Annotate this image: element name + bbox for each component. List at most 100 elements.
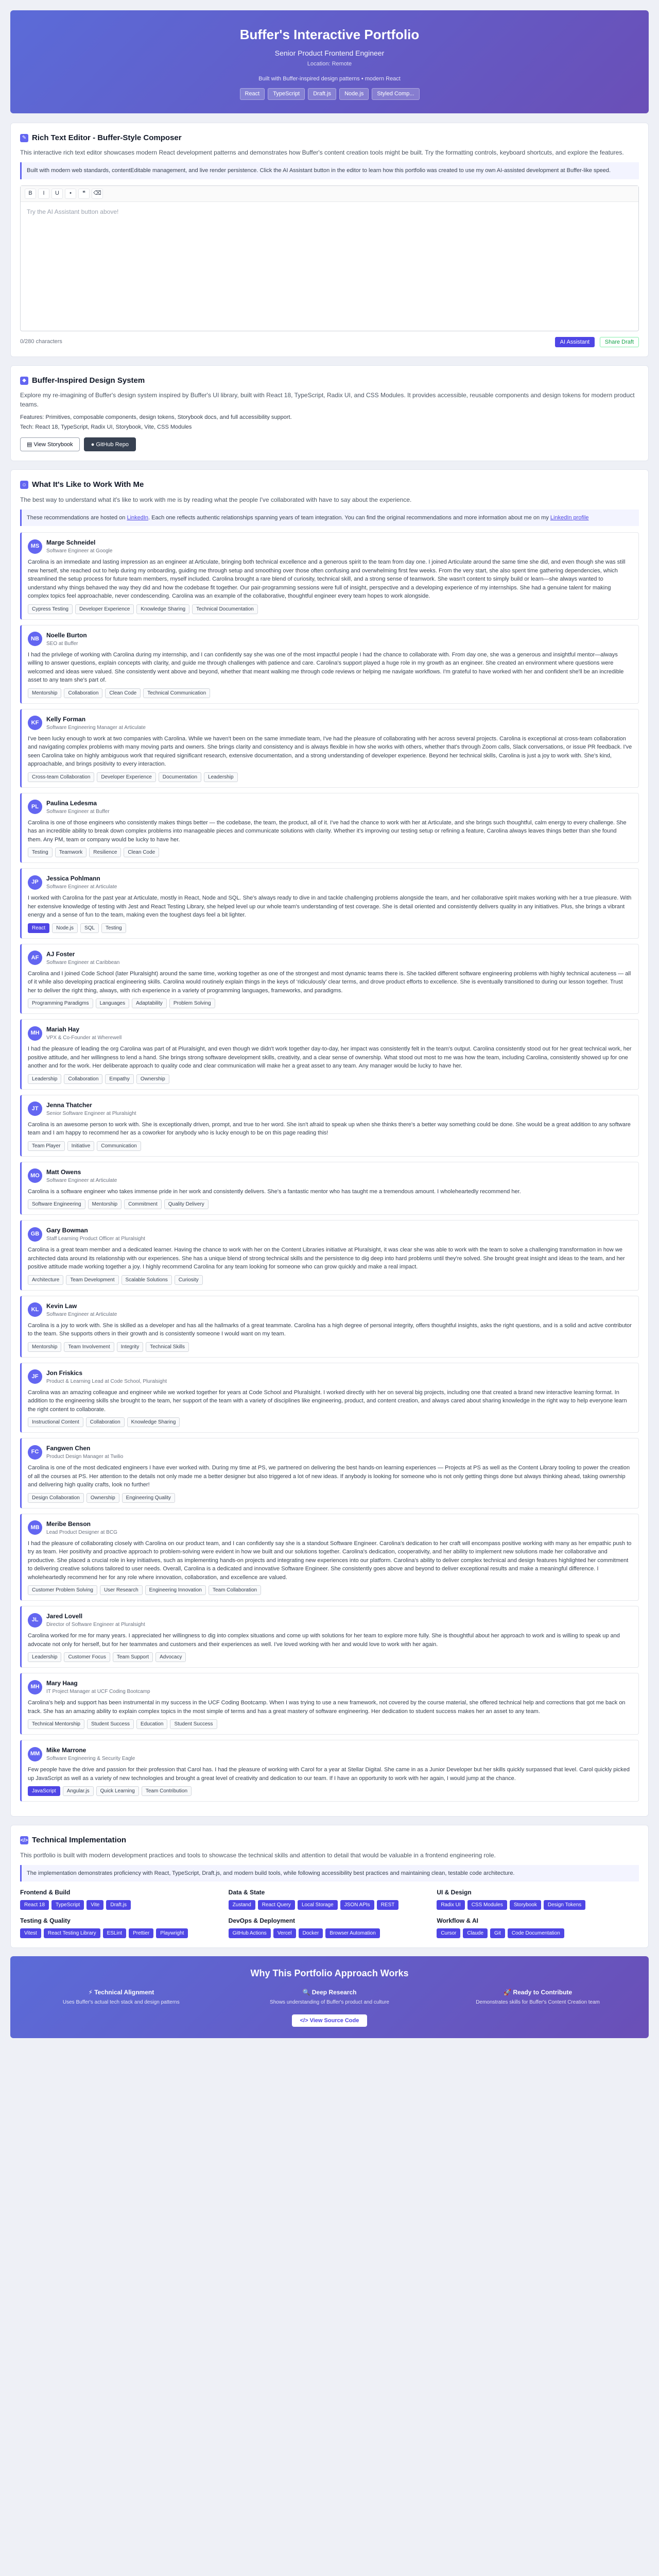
view-source-label: View Source Code xyxy=(309,2018,359,2024)
skill-tags: Mentorship Team Involvement Integrity Techn… xyxy=(28,1342,632,1352)
tech-group-title: Workflow & AI xyxy=(437,1917,478,1924)
tech-tag: TypeScript xyxy=(51,1900,84,1910)
skill-tag: Testing xyxy=(101,923,126,933)
skill-tags: Architecture Team Development Scalable Sol… xyxy=(28,1275,632,1285)
recommendation-header: GB Gary Bowman Staff Learning Product Offi… xyxy=(28,1226,632,1243)
recommender-info: Mary Haag IT Project Manager at UCF Codin… xyxy=(46,1679,150,1696)
tech-tags: Cursor Claude Git Code Documentation xyxy=(437,1928,639,1938)
tech-tag: Storybook xyxy=(509,1900,541,1910)
skill-tag: Leadership xyxy=(204,772,238,782)
recommender-info: AJ Foster Software Engineer at Caribbean xyxy=(46,950,119,967)
bold-button[interactable]: B xyxy=(25,188,36,199)
avatar: GB xyxy=(28,1227,42,1242)
tech-tag: GitHub Actions xyxy=(228,1928,271,1938)
italic-button[interactable]: I xyxy=(38,188,49,199)
tech-tag: Vercel xyxy=(273,1928,296,1938)
skill-tags: React Node.js SQL Testing xyxy=(28,923,632,933)
recommendation-text: Carolina was an amazing colleague and en… xyxy=(28,1389,627,1413)
avatar: JF xyxy=(28,1369,42,1384)
underline-button[interactable]: U xyxy=(51,188,63,199)
clear-button[interactable]: ⌫ xyxy=(92,188,103,199)
storybook-label: View Storybook xyxy=(33,442,73,448)
quote-button[interactable]: ❝ xyxy=(78,188,90,199)
recommendation-card: JP Jessica Pohlmann Software Engineer at A… xyxy=(20,868,639,939)
skill-tag: Collaboration xyxy=(85,1417,125,1427)
tech-tag: Code Documentation xyxy=(507,1928,564,1938)
tech-tags: Radix UI CSS Modules Storybook Design Token… xyxy=(437,1900,639,1910)
skill-tags: Technical Mentorship Student Success Educa… xyxy=(28,1719,632,1729)
recommendation-card: KF Kelly Forman Software Engineering Manag… xyxy=(20,708,639,788)
tech-tag: Vitest xyxy=(20,1928,41,1938)
view-source-button[interactable]: </> View Source Code xyxy=(291,2014,368,2027)
avatar: PL xyxy=(28,800,42,814)
skill-tags: Software Engineering Mentorship Commitment… xyxy=(28,1199,632,1209)
recommendation-header: MM Mike Marrone Software Engineering & Sec… xyxy=(28,1745,632,1762)
skill-tag: Team Involvement xyxy=(64,1342,114,1352)
editor-title-text: Rich Text Editor - Buffer-Style Composer xyxy=(32,133,182,142)
recommender-role: Product & Learning Lead at Code School, … xyxy=(46,1378,167,1384)
editor-toolbar: B I U • ❝ ⌫ xyxy=(21,185,638,202)
recommendation-text: Carolina is a software engineer who take… xyxy=(28,1188,521,1195)
recommender-role: Software Engineer at Buffer xyxy=(46,808,110,815)
hero-location: Location: Remote xyxy=(307,61,352,67)
skill-tag: Integrity xyxy=(116,1342,144,1352)
editor-input[interactable]: Try the AI Assistant button above! xyxy=(21,202,638,331)
hero-tag: Styled Comp... xyxy=(372,88,420,100)
tech-tag: Design Tokens xyxy=(543,1900,586,1910)
view-storybook-button[interactable]: ▤ View Storybook xyxy=(20,437,80,451)
rich-text-editor: B I U • ❝ ⌫ Try the AI Assistant button above… xyxy=(20,185,639,331)
skill-tag: Collaboration xyxy=(64,1074,103,1084)
skill-tag: Engineering Innovation xyxy=(145,1585,206,1595)
recommender-name: Jenna Thatcher xyxy=(46,1101,92,1109)
why-item: 🔍 Deep Research Shows understanding of Bu… xyxy=(229,1988,430,2006)
tech-tag: Zustand xyxy=(228,1900,255,1910)
skill-tag: Developer Experience xyxy=(75,604,134,614)
recommender-info: Jon Friskics Product & Learning Lead at C… xyxy=(46,1368,167,1385)
recommender-name: AJ Foster xyxy=(46,950,75,958)
tech-title-text: Technical Implementation xyxy=(32,1836,127,1844)
skill-tags: Customer Problem Solving User Research Eng… xyxy=(28,1585,632,1595)
recommendation-text: I had the pleasure of collaborating clos… xyxy=(28,1540,632,1581)
design-system-title-text: Buffer-Inspired Design System xyxy=(32,376,145,385)
editor-actions: AI Assistant Share Draft xyxy=(554,336,639,347)
recommendation-card: MH Mary Haag IT Project Manager at UCF Cod… xyxy=(20,1673,639,1735)
skill-tag: Knowledge Sharing xyxy=(136,604,190,614)
tech-group: DevOps & Deployment GitHub Actions Vercel D… xyxy=(228,1916,431,1938)
recommender-role: Software Engineering & Security Eagle xyxy=(46,1756,135,1761)
skill-tag: Scalable Solutions xyxy=(121,1275,172,1285)
editor-section: ✎ Rich Text Editor - Buffer-Style Compos… xyxy=(10,122,649,357)
linkedin-profile-link[interactable]: LinkedIn profile xyxy=(550,515,589,521)
recommender-name: Mike Marrone xyxy=(46,1747,86,1754)
tech-group-title: Frontend & Build xyxy=(20,1889,71,1896)
recommender-name: Jessica Pohlmann xyxy=(46,875,100,882)
linkedin-link[interactable]: LinkedIn xyxy=(127,515,148,521)
recommendation-card: JL Jared Lovell Director of Software Engin… xyxy=(20,1606,639,1668)
skill-tag: Developer Experience xyxy=(97,772,156,782)
recommendation-text: Carolina worked for me for many years. I… xyxy=(28,1633,620,1648)
skill-tag: Software Engineering xyxy=(28,1199,85,1209)
hero-tagline: Built with Buffer-inspired design patter… xyxy=(258,75,401,82)
github-repo-button[interactable]: ● GitHub Repo xyxy=(83,437,136,451)
tech-group: Workflow & AI Cursor Claude Git Code Documen… xyxy=(437,1916,639,1938)
tech-tag: React 18 xyxy=(20,1900,49,1910)
bullet-list-button[interactable]: • xyxy=(65,188,76,199)
tech-tag: React Testing Library xyxy=(43,1928,100,1938)
tech-tag: REST xyxy=(376,1900,399,1910)
avatar: JP xyxy=(28,875,42,890)
tech-tag: Radix UI xyxy=(437,1900,465,1910)
note-part-a: These recommendations are hosted on xyxy=(27,514,127,521)
skill-tag: Collaboration xyxy=(64,688,103,698)
tech-tag: Git xyxy=(490,1928,505,1938)
share-draft-button[interactable]: Share Draft xyxy=(599,336,639,347)
tech-grid: Frontend & Build React 18 TypeScript Vite Dr… xyxy=(20,1888,639,1938)
skill-tag: Clean Code xyxy=(124,848,160,857)
skill-tag: Clean Code xyxy=(105,688,141,698)
recommendation-text: I worked with Carolina for the past year… xyxy=(28,895,632,918)
skill-tag: Education xyxy=(136,1719,168,1729)
ai-assistant-button[interactable]: AI Assistant xyxy=(554,336,595,347)
recommender-info: Mariah Hay VPX & Co-Founder at Wherewell xyxy=(46,1025,122,1042)
avatar: FC xyxy=(28,1445,42,1460)
skill-tag: Programming Paradigms xyxy=(28,998,93,1008)
editor-footer: 0/280 characters AI Assistant Share Draf… xyxy=(20,336,639,347)
skill-tag: Customer Focus xyxy=(64,1652,110,1662)
